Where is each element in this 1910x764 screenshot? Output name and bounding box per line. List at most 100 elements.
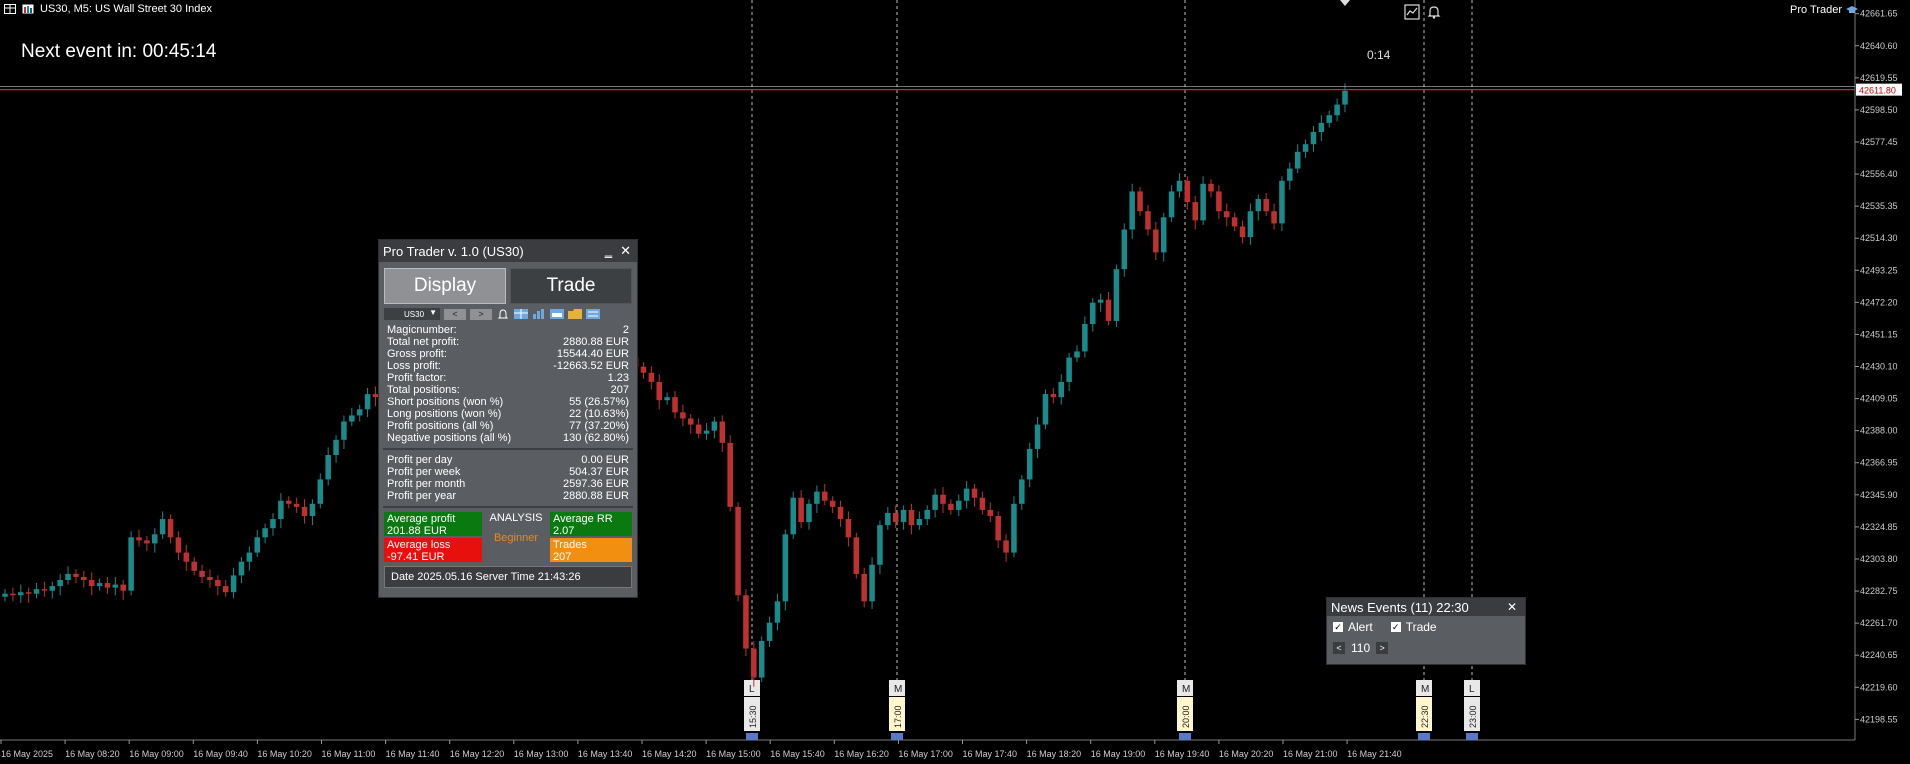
time-tick-label: 16 May 17:00 [898, 749, 953, 759]
candle-body [1129, 191, 1135, 230]
bars-icon[interactable] [22, 4, 34, 14]
stat-row: Profit factor: 1.23 [387, 372, 629, 384]
candle-body [774, 601, 781, 623]
time-tick-label: 16 May 2025 [1, 749, 53, 759]
trade-checkbox[interactable]: ✓ Trade [1390, 620, 1437, 634]
minimize-icon[interactable]: ‗ [605, 243, 612, 259]
candle-body [270, 519, 276, 529]
divider [383, 506, 633, 508]
average-rr-label: Average RR [553, 513, 613, 525]
tab-display[interactable]: Display [384, 268, 506, 304]
candle-body [175, 537, 182, 553]
candle-body [751, 648, 757, 678]
candle-body [159, 519, 166, 535]
stat-label: Magicnumber: [387, 324, 457, 336]
time-tick-label: 16 May 16:20 [834, 749, 889, 759]
news-next-button[interactable]: > [1376, 642, 1389, 654]
price-tick-label: 42577.45 [1860, 137, 1898, 147]
candle-body [1082, 324, 1088, 352]
candle-body [1247, 211, 1254, 238]
price-chart[interactable]: 42661.65 42640.60 42619.55 42598.50 42577.45… [0, 0, 1910, 764]
price-tick-label: 42409.05 [1860, 394, 1898, 404]
symbol-select[interactable]: US30 ▼ [384, 308, 440, 320]
bar-chart-icon[interactable] [532, 309, 546, 319]
window-icon[interactable] [550, 309, 564, 319]
event-time: 17:00 [893, 705, 903, 728]
candle-body [766, 622, 773, 641]
stat-label: Total positions: [387, 384, 460, 396]
stat-value: 15544.40 EUR [556, 348, 629, 360]
candle-body [971, 488, 978, 498]
candle-body [1058, 381, 1064, 398]
candle-body [1310, 132, 1317, 145]
price-tick-label: 42493.25 [1860, 265, 1898, 275]
candle-body [49, 586, 56, 591]
analysis-title: ANALYSIS [489, 512, 543, 524]
tab-trade[interactable]: Trade [510, 268, 632, 304]
time-tick-label: 16 May 10:20 [257, 749, 312, 759]
prev-symbol-button[interactable]: < [444, 308, 466, 320]
next-symbol-button[interactable]: > [470, 308, 492, 320]
stat-row: Profit per week 504.37 EUR [387, 466, 629, 478]
candle-body [1121, 229, 1128, 270]
close-icon[interactable]: ✕ [620, 243, 631, 259]
candle-body [837, 506, 844, 520]
folder-icon[interactable] [568, 309, 582, 319]
candle-body [908, 509, 915, 526]
candle-body [1208, 183, 1214, 192]
stat-value: 504.37 EUR [569, 466, 629, 478]
analysis-center: ANALYSIS Beginner [484, 512, 548, 562]
news-titlebar[interactable]: News Events (11) 22:30 ✕ [1327, 598, 1525, 616]
close-icon[interactable]: ✕ [1507, 600, 1525, 614]
alert-checkbox[interactable]: ✓ Alert [1333, 620, 1373, 634]
chart-grid-icon[interactable] [4, 4, 16, 14]
price-tick-label: 42261.70 [1860, 618, 1898, 628]
candle-body [672, 397, 678, 413]
stat-row: Short positions (won %) 55 (26.57%) [387, 396, 629, 408]
stat-label: Total net profit: [387, 336, 460, 348]
event-time: 22:30 [1420, 705, 1430, 728]
candle-body [640, 366, 647, 373]
candle-body [995, 516, 1001, 541]
candle-body [1342, 90, 1348, 105]
news-options: ✓ Alert ✓ Trade [1327, 616, 1525, 638]
settings-icon[interactable] [586, 309, 600, 319]
stat-label: Profit per day [387, 454, 453, 466]
candle-body [25, 592, 32, 594]
candle-body [81, 576, 87, 580]
panel-titlebar[interactable]: Pro Trader v. 1.0 (US30) ‗ ✕ [379, 240, 637, 262]
time-tick-label: 16 May 09:00 [129, 749, 184, 759]
candle-body [822, 491, 828, 501]
stat-label: Gross profit: [387, 348, 447, 360]
candle-body [956, 500, 962, 510]
news-prev-button[interactable]: < [1333, 642, 1345, 654]
stat-label: Profit per year [387, 490, 457, 502]
candle-body [1066, 357, 1072, 382]
price-tick-label: 42388.00 [1860, 426, 1898, 436]
candle-body [317, 479, 324, 504]
chart-window-icon[interactable] [1404, 4, 1420, 20]
candle-body [688, 418, 694, 425]
candle-body [10, 593, 16, 596]
bell-icon[interactable] [1426, 4, 1442, 20]
bell-icon[interactable] [496, 309, 510, 319]
candle-body [246, 552, 253, 562]
candle-body [1074, 351, 1080, 358]
graduation-cap-icon [1846, 6, 1858, 13]
time-tick-label: 16 May 17:40 [963, 749, 1018, 759]
average-loss-box: Average loss -97.41 EUR [384, 538, 482, 563]
stat-label: Profit factor: [387, 372, 447, 384]
panel-title: Pro Trader v. 1.0 (US30) [383, 243, 524, 259]
candle-body [73, 573, 79, 577]
stat-label: Profit per month [387, 478, 466, 490]
candle-body [230, 575, 237, 593]
price-tick-label: 42598.50 [1860, 105, 1898, 115]
candle-countdown: 0:14 [1367, 48, 1391, 62]
time-tick-label: 16 May 20:20 [1219, 749, 1274, 759]
table-icon[interactable] [514, 309, 528, 319]
price-tick-label: 42661.65 [1860, 9, 1898, 19]
stat-label: Short positions (won %) [387, 396, 504, 408]
candle-body [648, 372, 655, 382]
candle-body [2, 593, 8, 597]
candle-body [877, 525, 883, 565]
